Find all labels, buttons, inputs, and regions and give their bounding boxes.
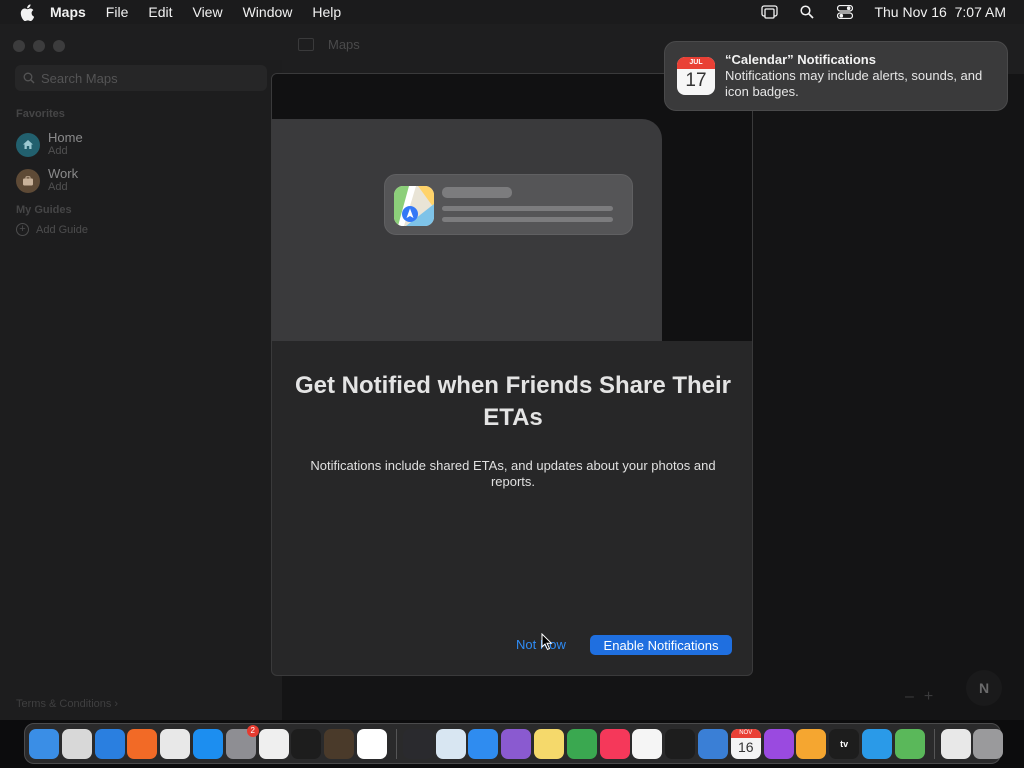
dock-separator — [395, 728, 397, 759]
dock-launchpad-icon[interactable] — [61, 728, 92, 759]
dock-chrome-icon[interactable] — [160, 728, 191, 759]
apple-menu-icon[interactable] — [18, 3, 36, 21]
menu-file[interactable]: File — [106, 4, 129, 20]
dock-voice-memos-icon[interactable] — [665, 728, 696, 759]
plus-circle-icon: + — [16, 223, 29, 236]
control-center-icon[interactable] — [836, 4, 854, 20]
calendar-app-icon: JUL 17 — [677, 57, 715, 95]
dock-calendar-icon[interactable]: NOV 16 — [730, 728, 761, 759]
enable-notifications-button[interactable]: Enable Notifications — [590, 635, 732, 655]
sidebar-toggle-icon[interactable] — [298, 38, 314, 51]
dock-notes-icon[interactable] — [533, 728, 564, 759]
chevron-right-icon: › — [111, 698, 119, 710]
maps-app-icon — [394, 186, 434, 226]
menu-edit[interactable]: Edit — [148, 4, 172, 20]
sheet-title: Get Notified when Friends Share Their ET… — [294, 372, 732, 431]
notification-badge: 2 — [246, 724, 259, 737]
dock-edge-canary-icon[interactable] — [861, 728, 892, 759]
dock-maps-icon[interactable] — [894, 728, 925, 759]
banner-title: “Calendar” Notifications — [725, 52, 876, 67]
add-guide-button[interactable]: + Add Guide — [16, 223, 88, 236]
dock-instruments-icon[interactable] — [324, 728, 355, 759]
illustration-notification-card — [384, 174, 633, 235]
search-placeholder: Search Maps — [41, 70, 118, 86]
placeholder-title-bar — [442, 187, 512, 198]
my-guides-header: My Guides — [16, 204, 72, 216]
favorite-work-title: Work — [48, 166, 79, 181]
zoom-in-button[interactable]: + — [924, 688, 933, 706]
dock-system-settings-icon[interactable]: 2 — [225, 724, 259, 759]
dock-clock-icon[interactable] — [632, 728, 663, 759]
dock-safari-icon[interactable] — [94, 728, 125, 759]
favorites-header: Favorites — [16, 108, 65, 120]
dock-podcasts-icon[interactable] — [763, 728, 794, 759]
dock-clock-app-icon[interactable] — [402, 728, 433, 759]
notification-permission-sheet: Get Notified when Friends Share Their ET… — [271, 73, 753, 676]
close-button[interactable] — [13, 40, 25, 52]
dock-home-icon[interactable] — [796, 728, 827, 759]
dock-visual-studio-icon[interactable] — [501, 728, 532, 759]
zoom-out-button[interactable]: – — [905, 688, 914, 706]
placeholder-text-bar — [442, 206, 613, 211]
menu-view[interactable]: View — [192, 4, 222, 20]
window-title: Maps — [328, 37, 360, 52]
screen-mirroring-icon[interactable] — [760, 4, 778, 20]
dock-textedit-icon[interactable] — [258, 728, 289, 759]
menu-app-name[interactable]: Maps — [50, 4, 86, 20]
terms-label: Terms & Conditions — [16, 698, 112, 710]
dock-quicktime-icon[interactable] — [435, 728, 466, 759]
dock-firefox-icon[interactable] — [127, 728, 158, 759]
favorite-home[interactable]: Home Add — [16, 131, 83, 158]
dock-music-icon[interactable] — [599, 728, 630, 759]
menu-window[interactable]: Window — [243, 4, 293, 20]
mouse-cursor-icon — [541, 633, 553, 651]
dock-trash-icon[interactable] — [973, 728, 1004, 759]
calendar-icon-month: JUL — [677, 57, 715, 69]
zoom-button[interactable] — [53, 40, 65, 52]
dock-documents-folder-icon[interactable] — [940, 728, 971, 759]
spotlight-search-icon[interactable] — [798, 4, 816, 20]
dock-mail-icon[interactable] — [468, 728, 499, 759]
dock-calendar-day: 16 — [737, 738, 754, 755]
dock-calendar-month: NOV — [730, 728, 761, 738]
compass-label: N — [978, 680, 990, 696]
dock-numbers-icon[interactable] — [566, 728, 597, 759]
dock-apple-tv-icon[interactable]: tv — [829, 728, 860, 759]
window-controls — [13, 40, 65, 52]
favorite-work[interactable]: Work Add — [16, 167, 78, 194]
compass-icon[interactable]: N — [966, 670, 1002, 706]
search-input[interactable]: Search Maps — [15, 65, 267, 91]
home-icon — [16, 132, 40, 157]
sidebar: Search Maps Favorites Home Add Work Add … — [0, 60, 282, 720]
dock-preview-icon[interactable] — [697, 728, 728, 759]
sheet-body: Notifications include shared ETAs, and u… — [310, 458, 716, 489]
add-guide-label: Add Guide — [36, 223, 88, 236]
dock-app-store-icon[interactable] — [192, 728, 223, 759]
favorite-home-subtitle: Add — [48, 145, 68, 157]
banner-text: Notifications may include alerts, sounds… — [725, 68, 983, 99]
placeholder-text-bar — [442, 217, 613, 222]
dock: 2 NOV 16 tv — [24, 723, 1004, 764]
favorite-work-subtitle: Add — [48, 181, 68, 193]
dock-separator — [933, 728, 935, 759]
menu-help[interactable]: Help — [312, 4, 341, 20]
dock-vscode-icon[interactable] — [356, 728, 387, 759]
minimize-button[interactable] — [33, 40, 45, 52]
zoom-control: – + — [905, 688, 933, 706]
terms-link[interactable]: Terms & Conditions › — [16, 698, 118, 710]
dock-label: tv — [840, 738, 849, 749]
calendar-icon-day: 17 — [685, 70, 707, 91]
calendar-notification-banner[interactable]: JUL 17 “Calendar” Notifications Notifica… — [664, 41, 1008, 111]
dock-finder-icon[interactable] — [29, 728, 59, 759]
favorite-home-title: Home — [48, 130, 83, 145]
search-icon — [23, 72, 35, 84]
menu-clock[interactable]: Thu Nov 16 7:07 AM — [874, 4, 1006, 20]
menu-bar: Maps File Edit View Window Help Thu Nov … — [0, 0, 1024, 24]
dock-terminal-icon[interactable] — [291, 728, 322, 759]
briefcase-icon — [16, 168, 40, 193]
